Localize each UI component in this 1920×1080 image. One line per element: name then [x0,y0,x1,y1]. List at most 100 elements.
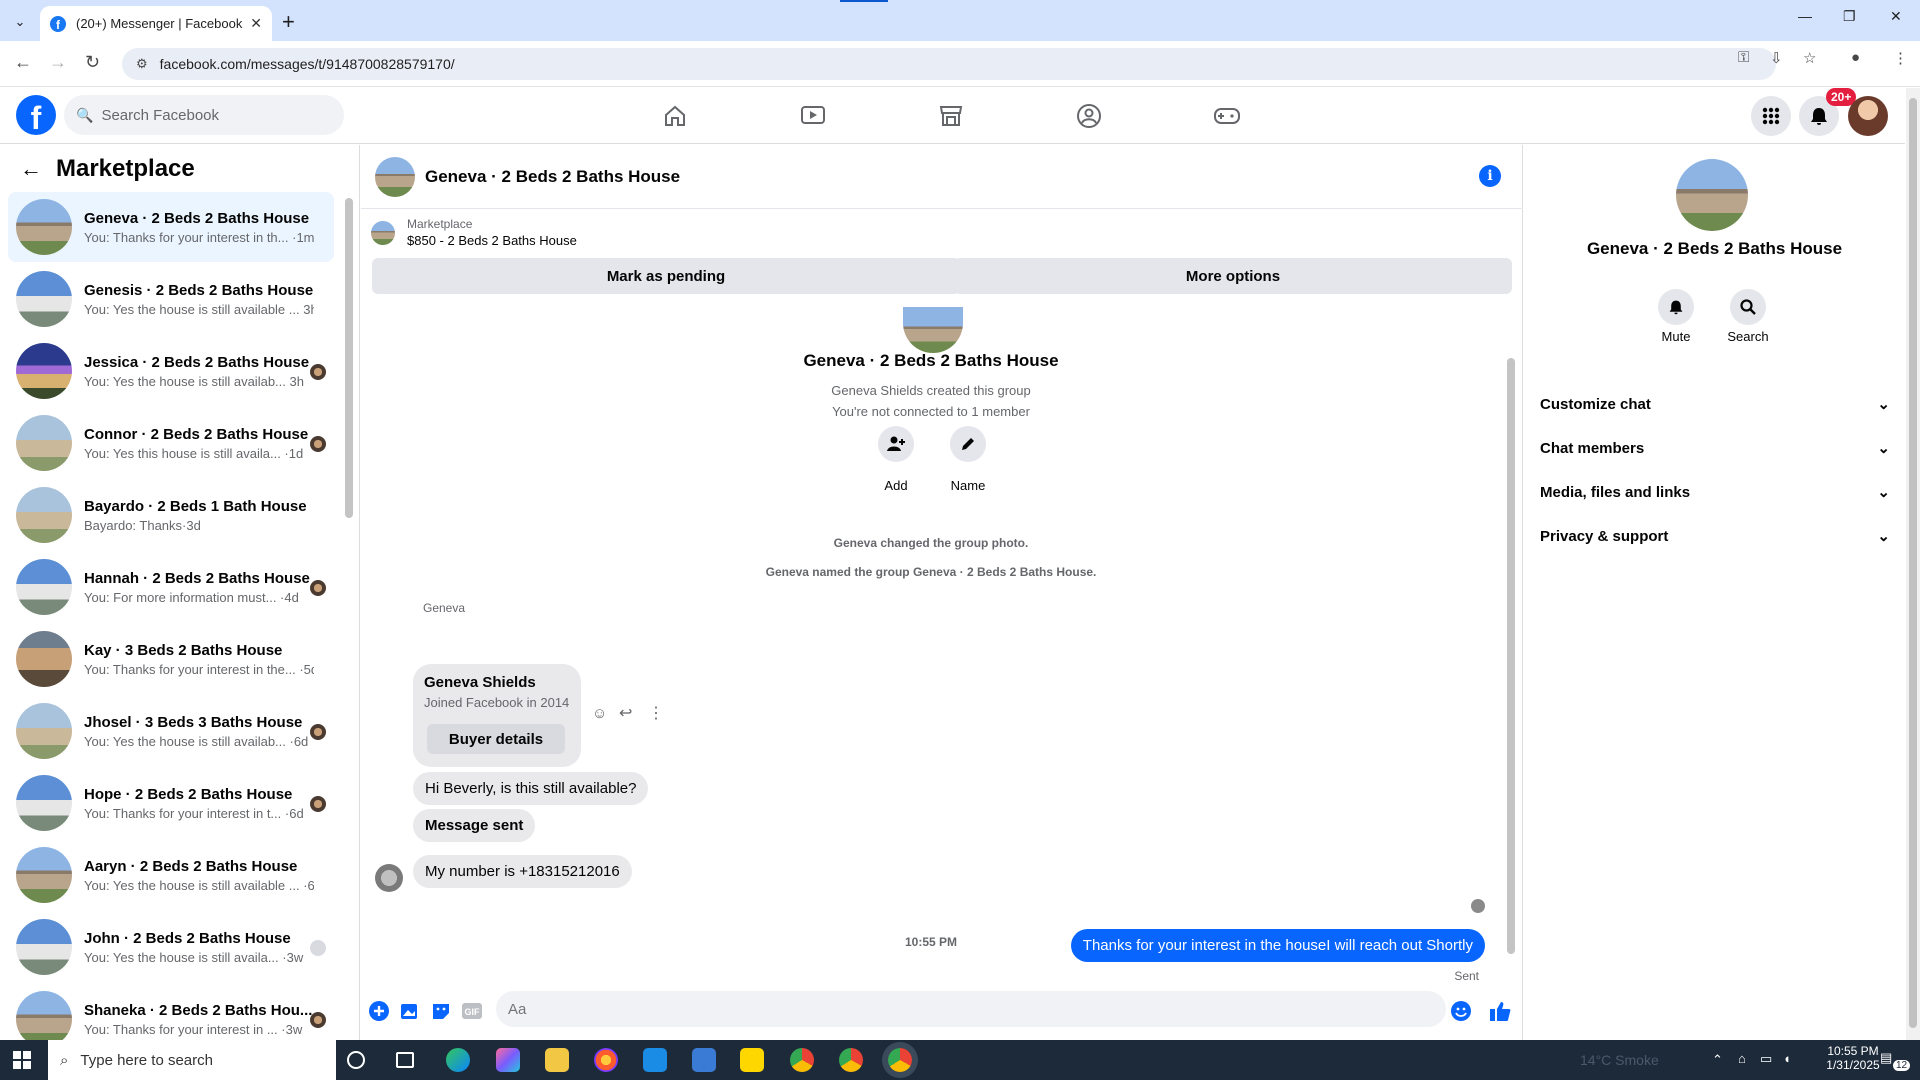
thumbs-up-icon[interactable] [1489,1000,1511,1022]
conversation-item-hope[interactable]: Hope · 2 Beds 2 Baths House You: Thanks f… [8,768,334,838]
buyer-details-button[interactable]: Buyer details [427,724,565,754]
home-icon[interactable] [660,102,690,130]
back-arrow-icon[interactable]: ← [20,156,42,182]
marketplace-listing[interactable]: Marketplace $850 - 2 Beds 2 Baths House [371,217,577,248]
gaming-icon[interactable] [1212,102,1242,130]
minimize-icon[interactable]: — [1798,8,1812,24]
install-app-icon[interactable]: ⇩ [1770,49,1783,67]
task-view-icon[interactable] [396,1052,414,1068]
conversation-item-aaryn[interactable]: Aaryn · 2 Beds 2 Baths House You: Yes the… [8,840,334,910]
forward-arrow-icon[interactable]: → [49,52,67,73]
group-avatar[interactable] [1676,159,1748,231]
chat-scrollbar[interactable] [1506,300,1516,980]
conversation-preview: You: Yes this house is still availa... ·… [84,445,304,461]
sent-message-bubble[interactable]: Thanks for your interest in the houseI w… [1070,929,1485,962]
chat-scroll-thumb[interactable] [1507,358,1515,954]
plus-circle-icon[interactable] [368,1000,390,1022]
copilot-icon[interactable] [496,1048,520,1072]
message-bubble[interactable]: My number is +18315212016 [413,855,632,888]
browser-tab-strip: ⌄ f (20+) Messenger | Facebook ✕ + — ❐ ✕ [0,0,1920,41]
site-info-icon[interactable]: ⚙ [136,56,148,72]
action-center-icon[interactable]: ▤ [1880,1050,1892,1066]
tab-search-chevron-icon[interactable]: ⌄ [8,10,32,34]
conversation-item-hannah[interactable]: Hannah · 2 Beds 2 Baths House You: For mo… [8,552,334,622]
chat-avatar[interactable] [375,156,415,197]
taskbar-search-box[interactable]: ⌕ Type here to search [48,1040,336,1080]
taskbar-clock[interactable]: 10:55 PM 1/31/2025 [1818,1044,1888,1072]
network-icon[interactable]: ⌂ [1738,1051,1746,1066]
search-icon[interactable] [1730,289,1766,325]
store-icon[interactable] [692,1048,716,1072]
sticky-notes-icon[interactable] [740,1048,764,1072]
password-key-icon[interactable]: ⚿ [1738,49,1749,66]
info-icon[interactable]: i [1479,165,1501,187]
search-icon: ⌕ [60,1051,69,1069]
chrome-active-icon[interactable] [888,1048,912,1072]
conversation-item-connor[interactable]: Connor · 2 Beds 2 Baths House You: Yes th… [8,408,334,478]
cortana-icon[interactable] [347,1051,365,1069]
chat-members-section[interactable]: Chat members ⌄ [1540,428,1890,468]
message-input[interactable] [496,991,1446,1027]
edit-pencil-icon[interactable] [950,426,986,462]
reply-arrow-icon[interactable]: ↩ [619,703,632,723]
more-kebab-icon[interactable]: ⋮ [648,703,664,723]
react-emoji-icon[interactable]: ☺ [592,705,607,722]
conversation-item-geneva[interactable]: Geneva · 2 Beds 2 Baths House You: Thanks… [8,192,334,262]
customize-chat-section[interactable]: Customize chat ⌄ [1540,384,1890,424]
conversation-item-jessica[interactable]: Jessica · 2 Beds 2 Baths House You: Yes t… [8,336,334,406]
battery-icon[interactable]: ▭ [1760,1051,1772,1067]
privacy-support-section[interactable]: Privacy & support ⌄ [1540,516,1890,556]
sidebar-scrollbar[interactable] [345,198,353,518]
file-explorer-icon[interactable] [545,1048,569,1072]
conversation-item-genesis[interactable]: Genesis · 2 Beds 2 Baths House You: Yes t… [8,264,334,334]
bookmark-star-icon[interactable]: ☆ [1803,49,1816,67]
add-person-icon[interactable] [878,426,914,462]
volume-icon[interactable]: ◖ [1783,1051,1791,1066]
facebook-search-input[interactable]: 🔍 Search Facebook [64,95,344,135]
message-bubble[interactable]: Hi Beverly, is this still available? [413,772,649,805]
restore-icon[interactable]: ❐ [1843,8,1856,25]
page-scrollbar[interactable] [1906,88,1920,1040]
mark-as-pending-button[interactable]: Mark as pending [372,258,960,294]
new-tab-plus-icon[interactable]: + [282,9,295,35]
media-files-links-section[interactable]: Media, files and links ⌄ [1540,472,1890,512]
windows-start-icon[interactable] [13,1051,31,1069]
conversation-item-kay[interactable]: Kay · 3 Beds 2 Baths House You: Thanks fo… [8,624,334,694]
mail-icon[interactable] [643,1048,667,1072]
profile-icon[interactable]: ● [1851,49,1860,66]
menu-grid-icon[interactable] [1751,96,1791,136]
tab-close-icon[interactable]: ✕ [250,15,262,32]
firefox-icon[interactable] [594,1048,618,1072]
chrome-icon[interactable] [790,1048,814,1072]
edge-icon[interactable] [446,1048,470,1072]
emoji-icon[interactable] [1450,1000,1472,1022]
page-scroll-thumb[interactable] [1909,98,1917,1028]
reload-icon[interactable]: ↻ [85,52,100,73]
sender-avatar[interactable] [375,864,403,892]
message-bubble[interactable]: Message sent [413,809,536,842]
facebook-logo-icon[interactable]: f [16,95,56,135]
mute-bell-icon[interactable] [1658,289,1694,325]
window-close-icon[interactable]: ✕ [1890,8,1902,25]
conversation-item-bayardo[interactable]: Bayardo · 2 Beds 1 Bath House Bayardo: Th… [8,480,334,550]
conversation-preview: You: Thanks for your interest in ... ·3w [84,1021,303,1037]
chrome-profile-icon[interactable] [839,1048,863,1072]
weather-widget[interactable]: 14°C Smoke [1580,1052,1659,1068]
more-options-button[interactable]: More options [954,258,1512,294]
groups-icon[interactable] [1074,102,1104,130]
photo-icon[interactable] [399,1000,421,1022]
tray-chevron-icon[interactable]: ⌃ [1712,1052,1723,1068]
conversation-item-jhosel[interactable]: Jhosel · 3 Beds 3 Baths House You: Yes th… [8,696,334,766]
browser-tab[interactable]: f (20+) Messenger | Facebook ✕ [40,6,272,41]
conversation-name: Bayardo · 2 Beds 1 Bath House [84,497,307,515]
sticker-icon[interactable] [430,1000,452,1022]
kebab-menu-icon[interactable]: ⋮ [1893,49,1908,67]
back-arrow-icon[interactable]: ← [14,52,32,73]
address-bar[interactable]: ⚙ facebook.com/messages/t/91487008285791… [122,48,1776,80]
account-avatar[interactable] [1848,96,1888,136]
conversation-item-john[interactable]: John · 2 Beds 2 Baths House You: Yes the … [8,912,334,982]
marketplace-icon[interactable] [936,102,966,130]
chat-title[interactable]: Geneva · 2 Beds 2 Baths House [425,167,680,187]
gif-icon[interactable]: GIF [461,1000,483,1022]
video-icon[interactable] [798,102,828,130]
